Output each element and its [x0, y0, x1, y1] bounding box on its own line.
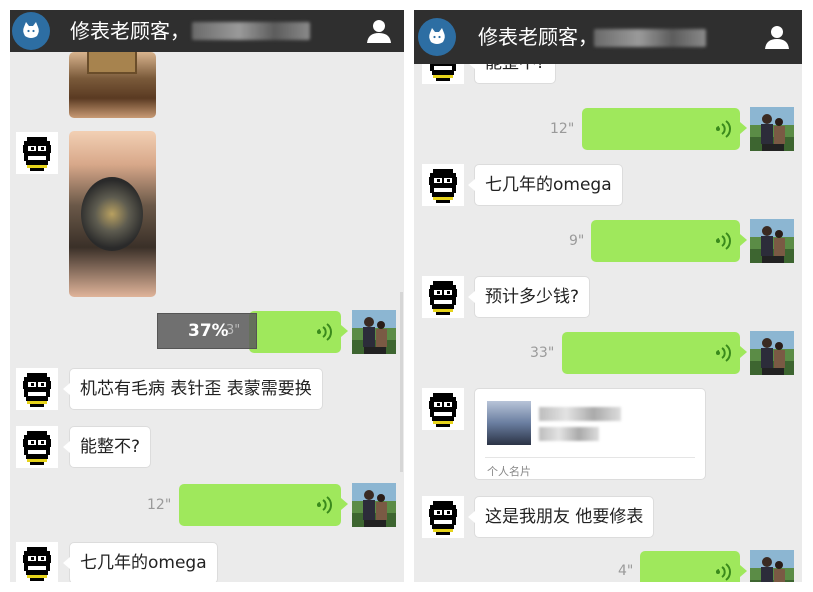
watch-back — [81, 177, 143, 251]
voice-wave-icon — [714, 119, 732, 139]
voice-message[interactable] — [640, 551, 747, 582]
card-avatar — [487, 401, 531, 445]
voice-wave-icon — [714, 562, 732, 582]
card-label: 个人名片 — [487, 465, 531, 478]
text-message[interactable]: 能整不? — [62, 426, 152, 468]
voice-wave-icon — [714, 231, 732, 251]
chat-header: 修表老顾客， — [414, 10, 802, 64]
voice-message[interactable] — [591, 220, 747, 262]
text-message[interactable]: 预计多少钱? — [467, 276, 591, 318]
watch-case — [87, 52, 137, 74]
my-avatar[interactable] — [352, 310, 396, 354]
voice-message[interactable] — [562, 332, 747, 374]
contact-avatar[interactable] — [422, 496, 464, 538]
voice-message[interactable] — [179, 484, 348, 526]
my-avatar[interactable] — [750, 107, 794, 151]
voice-duration: 4" — [618, 563, 634, 579]
user-icon[interactable] — [764, 25, 790, 49]
watch-photo-message[interactable] — [69, 52, 156, 118]
contact-avatar[interactable] — [16, 542, 58, 582]
chat-panel-left: 修表老顾客， 37% 3" 机芯有毛病 表针歪 表蒙需要换 能整不? 12" 七… — [10, 10, 404, 582]
contact-avatar[interactable] — [16, 426, 58, 468]
upload-duration-hint: 3" — [226, 323, 241, 338]
app-logo[interactable] — [418, 18, 456, 56]
voice-wave-icon — [315, 322, 333, 342]
contact-avatar[interactable] — [16, 368, 58, 410]
blurred-contact-name — [192, 22, 310, 40]
chat-header: 修表老顾客， — [10, 10, 404, 52]
text-message[interactable]: 七几年的omega — [468, 164, 623, 206]
contact-avatar[interactable] — [422, 276, 464, 318]
chat-title: 修表老顾客， — [70, 19, 190, 43]
contact-avatar[interactable] — [422, 164, 464, 206]
upload-progress: 37% 3" — [157, 313, 257, 349]
app-logo[interactable] — [12, 12, 50, 50]
voice-wave-icon — [714, 343, 732, 363]
card-blurred-id — [539, 427, 599, 441]
card-blurred-name — [539, 407, 621, 421]
scrollbar[interactable] — [400, 292, 403, 472]
my-avatar[interactable] — [750, 331, 794, 375]
voice-duration: 12" — [147, 497, 172, 513]
my-avatar[interactable] — [750, 550, 794, 582]
contact-avatar[interactable] — [16, 132, 58, 174]
text-message[interactable]: 机芯有毛病 表针歪 表蒙需要换 — [63, 368, 323, 410]
voice-duration: 33" — [530, 345, 555, 361]
chat-panel-right: 修表老顾客， 能整不? 12" 七几年的omega 9" 预计多少钱? 33" — [414, 10, 802, 582]
blurred-contact-name — [594, 29, 706, 47]
cat-logo-icon — [21, 21, 41, 41]
message-list[interactable]: 37% 3" 机芯有毛病 表针歪 表蒙需要换 能整不? 12" 七几年的omeg… — [10, 52, 404, 582]
message-list[interactable]: 能整不? 12" 七几年的omega 9" 预计多少钱? 33" — [414, 42, 802, 582]
cat-logo-icon — [427, 27, 447, 47]
contact-card-message[interactable]: 个人名片 — [474, 388, 706, 480]
chat-title: 修表老顾客， — [478, 25, 598, 49]
voice-message-sending[interactable] — [249, 311, 348, 353]
text-message[interactable]: 七几年的omega — [63, 542, 218, 582]
text-message[interactable]: 这是我朋友 他要修表 — [467, 496, 655, 538]
watch-photo-message[interactable] — [69, 131, 156, 297]
card-divider — [485, 457, 695, 458]
user-icon[interactable] — [366, 19, 392, 43]
my-avatar[interactable] — [750, 219, 794, 263]
my-avatar[interactable] — [352, 483, 396, 527]
upload-progress-value: 37% — [188, 321, 229, 341]
voice-wave-icon — [315, 495, 333, 515]
voice-duration: 12" — [550, 121, 575, 137]
voice-duration: 9" — [569, 233, 585, 249]
voice-message[interactable] — [582, 108, 747, 150]
contact-avatar[interactable] — [422, 388, 464, 430]
